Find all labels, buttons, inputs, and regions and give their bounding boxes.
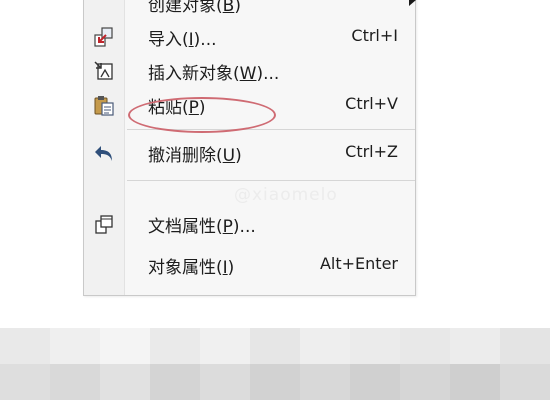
mosaic-tile bbox=[350, 364, 400, 400]
mosaic-tile bbox=[500, 328, 550, 364]
mosaic-tile bbox=[0, 364, 50, 400]
undo-icon bbox=[95, 146, 112, 161]
mosaic-tile bbox=[50, 328, 100, 364]
menu-item-shortcut: Alt+Enter bbox=[319, 254, 398, 273]
menu-item-document-properties[interactable]: 文档属性(P)... bbox=[84, 206, 415, 240]
pixelated-footer bbox=[0, 328, 550, 400]
menu-separator bbox=[127, 180, 415, 181]
menu-item-shortcut: Ctrl+Z bbox=[345, 142, 398, 161]
mosaic-tile bbox=[300, 364, 350, 400]
submenu-arrow-icon bbox=[409, 0, 416, 6]
mosaic-tile bbox=[400, 364, 450, 400]
annotation-circle bbox=[128, 97, 276, 133]
insert-object-icon bbox=[94, 61, 113, 80]
import-icon bbox=[94, 27, 113, 47]
menu-item-label: 插入新对象(W)... bbox=[148, 64, 280, 84]
mosaic-tile bbox=[0, 328, 50, 364]
menu-item-undo-delete[interactable]: 撤消删除(U) Ctrl+Z bbox=[84, 135, 415, 169]
mosaic-tile bbox=[250, 364, 300, 400]
mosaic-tile bbox=[300, 328, 350, 364]
mosaic-tile bbox=[350, 328, 400, 364]
paste-icon bbox=[94, 96, 114, 116]
mosaic-tile bbox=[100, 364, 150, 400]
menu-item-label: 文档属性(P)... bbox=[148, 217, 256, 237]
mosaic-tile bbox=[200, 364, 250, 400]
mosaic-tile bbox=[250, 328, 300, 364]
mosaic-tile bbox=[450, 328, 500, 364]
mosaic-tile bbox=[400, 328, 450, 364]
menu-item-import[interactable]: 导入(I)... Ctrl+I bbox=[84, 19, 415, 53]
mosaic-tile bbox=[100, 328, 150, 364]
watermark-text: @xiaomelo bbox=[234, 185, 338, 205]
mosaic-tile bbox=[450, 364, 500, 400]
mosaic-tile bbox=[200, 328, 250, 364]
menu-item-label: 导入(I)... bbox=[148, 30, 217, 50]
mosaic-tile bbox=[150, 364, 200, 400]
menu-item-shortcut: Ctrl+I bbox=[351, 26, 398, 45]
menu-item-create-object[interactable]: 创建对象(B) bbox=[84, 0, 416, 19]
menu-item-shortcut: Ctrl+V bbox=[345, 94, 398, 113]
mosaic-tile bbox=[150, 328, 200, 364]
mosaic-tile bbox=[500, 364, 550, 400]
menu-item-object-properties[interactable]: 对象属性(I) Alt+Enter bbox=[84, 247, 415, 281]
context-menu: 创建对象(B) 导入(I)... Ctrl+I 插入新对象(W)... 粘贴(P… bbox=[83, 0, 416, 296]
menu-item-label: 撤消删除(U) bbox=[148, 146, 242, 166]
mosaic-tile bbox=[50, 364, 100, 400]
menu-item-label: 创建对象(B) bbox=[148, 0, 241, 16]
menu-item-insert-new-object[interactable]: 插入新对象(W)... bbox=[84, 53, 415, 87]
document-properties-icon bbox=[95, 215, 113, 234]
menu-item-label: 对象属性(I) bbox=[148, 258, 235, 278]
